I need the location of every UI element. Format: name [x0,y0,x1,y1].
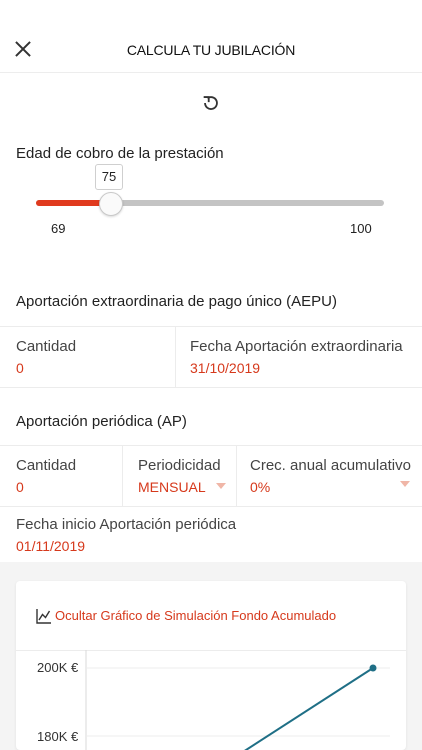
aepu-date-field[interactable]: Fecha Aportación extraordinaria 31/10/20… [174,327,422,387]
ap-periodicity-select[interactable]: Periodicidad MENSUAL [122,446,236,506]
ap-amount-value: 0 [16,479,24,495]
ap-start-date-field[interactable]: Fecha inicio Aportación periódica 01/11/… [0,506,422,562]
slider-min-label: 69 [51,221,66,236]
toggle-chart-link[interactable]: Ocultar Gráfico de Simulación Fondo Acum… [55,608,336,623]
simulation-chart [85,650,390,750]
chevron-down-icon [216,483,226,489]
ap-growth-value: 0% [250,479,271,495]
retirement-age-slider-thumb[interactable] [99,192,123,216]
ap-periodicity-label: Periodicidad [138,457,221,474]
ap-start-date-label: Fecha inicio Aportación periódica [16,516,237,533]
aepu-date-label: Fecha Aportación extraordinaria [190,338,403,355]
app-header: CALCULA TU JUBILACIÓN [0,0,422,73]
aepu-amount-label: Cantidad [16,338,77,355]
chevron-down-icon [400,481,410,487]
ap-row: Cantidad 0 Periodicidad MENSUAL Crec. an… [0,445,422,507]
line-chart-icon[interactable] [36,606,52,626]
aepu-section-title: Aportación extraordinaria de pago único … [16,293,338,310]
aepu-amount-field[interactable]: Cantidad 0 [0,327,176,387]
ap-growth-select[interactable]: Crec. anual acumulativo 0% [234,446,422,506]
ap-growth-label: Crec. anual acumulativo [250,457,411,474]
ap-amount-field[interactable]: Cantidad 0 [0,446,122,506]
aepu-amount-value: 0 [16,360,24,376]
slider-value-badge: 75 [95,164,123,190]
retirement-age-label: Edad de cobro de la prestación [16,145,224,162]
ap-section-title: Aportación periódica (AP) [16,413,187,430]
refresh-icon[interactable] [200,92,222,114]
data-point [369,664,377,672]
slider-max-label: 100 [350,221,372,236]
ap-amount-label: Cantidad [16,457,77,474]
series-line [244,667,374,750]
aepu-date-value: 31/10/2019 [190,360,261,376]
page-title: CALCULA TU JUBILACIÓN [126,42,296,58]
aepu-row: Cantidad 0 Fecha Aportación extraordinar… [0,326,422,388]
ap-start-date-value: 01/11/2019 [16,538,86,554]
ap-periodicity-value: MENSUAL [138,479,206,495]
